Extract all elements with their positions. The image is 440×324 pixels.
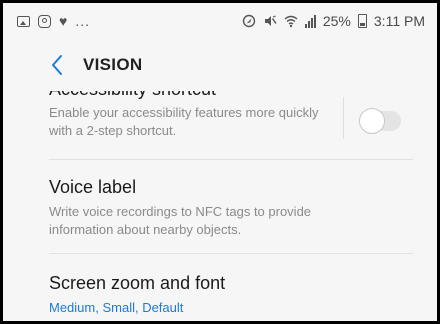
status-bar: ♥ ... 25% 3:11 PM [3, 3, 437, 39]
page-title: VISION [83, 55, 143, 74]
setting-title: Voice label [49, 177, 137, 197]
setting-accessibility-shortcut[interactable]: Accessibility shortcut Enable your acces… [49, 91, 413, 161]
chevron-left-icon [52, 55, 62, 75]
location-icon [242, 14, 256, 28]
back-button[interactable] [43, 51, 71, 79]
setting-description: Enable your accessibility features more … [49, 105, 319, 138]
battery-percent: 25% [322, 13, 351, 29]
settings-list: Accessibility shortcut Enable your acces… [3, 91, 437, 321]
wifi-icon [284, 15, 298, 28]
signal-icon [304, 14, 316, 28]
setting-voice-label[interactable]: Voice label Write voice recordings to NF… [49, 177, 413, 239]
battery-icon [357, 14, 367, 28]
picture-icon [17, 15, 30, 27]
notification-overflow: ... [75, 13, 90, 29]
row-separator [343, 97, 344, 139]
setting-current-value: Medium, Small, Default [49, 300, 184, 315]
status-time: 3:11 PM [373, 13, 425, 29]
screen-frame: ♥ ... 25% 3:11 PM VISION Enable your acc… [0, 0, 440, 324]
status-left-group: ♥ ... [17, 13, 242, 29]
divider [49, 159, 413, 160]
status-right-group: 25% 3:11 PM [242, 13, 425, 29]
instagram-icon [38, 14, 51, 28]
setting-screen-zoom-and-font[interactable]: Screen zoom and font Medium, Small, Defa… [49, 273, 413, 319]
toggle-knob [359, 108, 385, 134]
divider [49, 253, 413, 254]
setting-title: Screen zoom and font [49, 273, 226, 293]
accessibility-shortcut-toggle[interactable] [359, 108, 401, 134]
heart-icon: ♥ [59, 13, 68, 29]
mute-icon [264, 15, 277, 26]
app-header: VISION [3, 39, 437, 91]
setting-description: Write voice recordings to NFC tags to pr… [49, 204, 312, 237]
setting-title: Accessibility shortcut [49, 91, 413, 100]
